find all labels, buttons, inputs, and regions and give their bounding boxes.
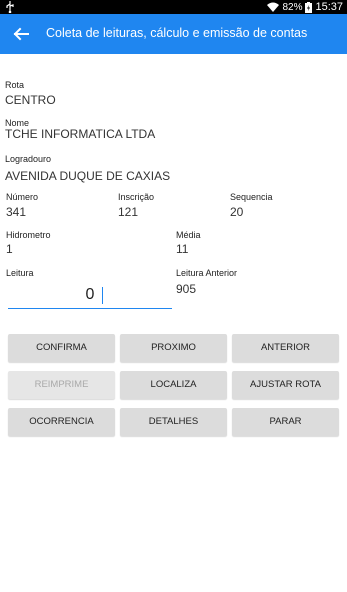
- proximo-button[interactable]: PROXIMO: [120, 334, 227, 362]
- battery-icon: [305, 1, 313, 13]
- anterior-button[interactable]: ANTERIOR: [232, 334, 339, 362]
- parar-button[interactable]: PARAR: [232, 408, 339, 436]
- battery-percent: 82%: [282, 1, 303, 13]
- back-arrow-icon[interactable]: [12, 25, 30, 43]
- ajustar-rota-button[interactable]: AJUSTAR ROTA: [232, 371, 339, 399]
- ocorrencia-button[interactable]: OCORRENCIA: [8, 408, 115, 436]
- confirma-button[interactable]: CONFIRMA: [8, 334, 115, 362]
- wifi-icon: [267, 2, 280, 12]
- reimprime-button: REIMPRIME: [8, 371, 115, 399]
- usb-icon: [6, 1, 14, 13]
- clock: 15:37: [315, 1, 343, 13]
- text-cursor: [102, 287, 103, 304]
- localiza-button[interactable]: LOCALIZA: [120, 371, 227, 399]
- sequencia-value: 20: [230, 205, 244, 219]
- app-bar: Coleta de leituras, cálculo e emissão de…: [0, 14, 347, 54]
- inscricao-label: Inscrição: [118, 192, 155, 202]
- numero-value: 341: [6, 205, 27, 219]
- leitura-anterior-label: Leitura Anterior: [176, 268, 238, 278]
- leitura-label: Leitura: [6, 268, 34, 278]
- status-bar: 82% 15:37: [0, 0, 347, 14]
- leitura-anterior-value: 905: [176, 282, 197, 296]
- nome-value: TCHE INFORMATICA LTDA: [5, 127, 156, 141]
- hidrometro-label: Hidrometro: [6, 230, 51, 240]
- sequencia-label: Sequencia: [230, 192, 273, 202]
- logradouro-label: Logradouro: [5, 154, 52, 164]
- media-label: Média: [176, 230, 201, 240]
- leitura-input[interactable]: 0: [8, 282, 172, 309]
- page-title: Coleta de leituras, cálculo e emissão de…: [46, 26, 308, 40]
- leitura-input-value: 0: [85, 286, 95, 303]
- numero-label: Número: [6, 192, 39, 202]
- logradouro-value: AVENIDA DUQUE DE CAXIAS: [5, 169, 171, 183]
- hidrometro-value: 1: [6, 242, 13, 256]
- inscricao-value: 121: [118, 205, 139, 219]
- detalhes-button[interactable]: DETALHES: [120, 408, 227, 436]
- rota-label: Rota: [5, 80, 25, 90]
- rota-value: CENTRO: [5, 93, 56, 107]
- media-value: 11: [176, 242, 189, 256]
